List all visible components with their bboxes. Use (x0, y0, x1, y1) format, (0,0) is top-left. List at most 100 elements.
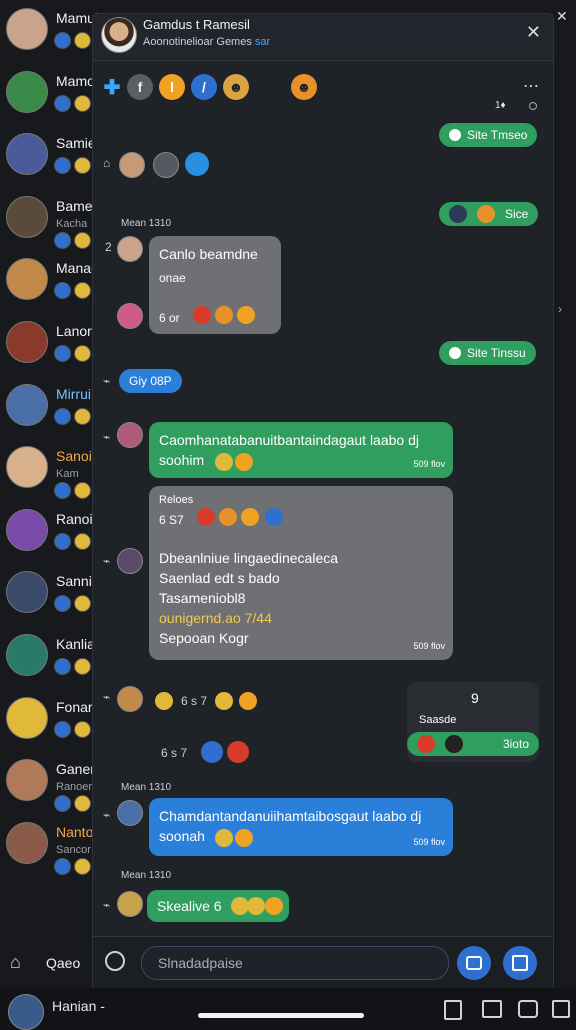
date-separator: Mean 1310 (121, 782, 172, 793)
chat-list-item[interactable]: Manai (0, 256, 95, 318)
gold-emoji-icon (215, 453, 233, 471)
sent-long-message[interactable]: Caomhanatabanuitbantaindagaut laabo dj s… (149, 422, 453, 478)
chat-subtitle: Kam (56, 468, 79, 481)
edit-icon[interactable] (552, 1000, 570, 1018)
card-line: onae (159, 271, 186, 285)
badge-icon (74, 32, 91, 49)
status-badges (54, 658, 91, 675)
footer-avatar[interactable] (8, 994, 44, 1030)
card-head: Reloes (159, 494, 194, 506)
twitter-icon[interactable] (185, 152, 209, 176)
badge-icon (54, 857, 71, 875)
chat-name: Ranoi (56, 510, 93, 527)
blue-reaction-icon[interactable]: / (191, 74, 217, 100)
compose-icon[interactable] (482, 1000, 502, 1018)
blue-long-message[interactable]: Chamdantandanuiihamtaibosgaut laabo dj s… (149, 798, 453, 856)
send-button[interactable] (503, 946, 537, 980)
chat-list-item[interactable]: Lanor (0, 319, 92, 381)
chat-list-item[interactable]: Ranoi (0, 507, 93, 569)
sidebar-bottom-label: Qaeo (46, 955, 81, 971)
chevron-icon[interactable]: › (558, 302, 562, 316)
camera-icon[interactable] (518, 1000, 538, 1018)
chat-list-item[interactable]: Mirrui (0, 382, 92, 444)
chat-list-item[interactable]: Fonar (0, 695, 93, 757)
chat-list-item[interactable]: Ganer Ranoer (0, 757, 95, 819)
home-icon[interactable]: ⌂ (10, 952, 21, 973)
badge-icon (74, 795, 91, 813)
avatar (6, 571, 48, 614)
chat-list-item[interactable]: Mamulizaic (0, 6, 126, 68)
avatar[interactable] (117, 891, 143, 917)
row-mark-icon: ⌁ (103, 898, 111, 912)
avatar (6, 258, 48, 301)
orange-emoji-icon[interactable]: ☻ (291, 74, 317, 100)
status-badges (54, 282, 91, 300)
heart-icon (235, 453, 253, 471)
avatar[interactable] (117, 422, 143, 448)
gold-emoji-icon (155, 692, 173, 710)
badge-icon (74, 157, 91, 175)
side-card-pill[interactable]: 3ioto (407, 732, 539, 756)
badge-icon (74, 532, 91, 550)
sent-message-2-text: Sice (505, 207, 529, 221)
message-time: 509 flov (413, 641, 445, 651)
red-emoji-icon (193, 306, 211, 324)
emoji-icon[interactable] (105, 951, 125, 971)
chat-list-item[interactable]: Samie (0, 131, 96, 193)
chat-list-item[interactable]: Sanni (0, 569, 92, 631)
avatar[interactable] (119, 152, 145, 178)
more-icon[interactable]: ⋯ (523, 76, 539, 96)
avatar (6, 133, 48, 176)
card-line: Tasameniobl8 (159, 590, 246, 606)
document-icon[interactable] (444, 1000, 462, 1020)
orange-emoji-icon (219, 508, 237, 526)
avatar[interactable] (117, 686, 143, 712)
chat-list-item[interactable]: Sanoi Kam (0, 444, 92, 506)
plus-icon[interactable]: ✚ (99, 74, 125, 100)
chat-name: Manai (56, 260, 95, 277)
contact-avatar[interactable] (101, 17, 137, 53)
badge-icon (74, 231, 91, 249)
sent-message-3[interactable]: Site Tinssu (439, 341, 536, 365)
chat-list-item[interactable]: Mamo (0, 69, 95, 131)
badge-icon (74, 282, 91, 300)
alien-emoji-icon[interactable]: ☻ (223, 74, 249, 100)
sent-message-2[interactable]: Sice (439, 202, 539, 226)
avatar (6, 383, 48, 426)
avatar[interactable] (117, 548, 143, 574)
edit-icon (512, 955, 528, 971)
avatar (6, 321, 48, 363)
received-long-card[interactable]: Reloes 6 S7 Dbeanlniue lingaedinecaleca … (149, 486, 453, 660)
sent-message-1[interactable]: Site Tmseo (439, 123, 538, 147)
reaction-count: 6 s 7 (181, 694, 208, 708)
avatar (6, 696, 48, 739)
avatar[interactable] (117, 303, 143, 329)
avatar[interactable] (117, 236, 143, 262)
leaf-icon (449, 129, 461, 141)
blue-pill-message[interactable]: Giy 08P (119, 369, 182, 393)
close-button[interactable]: ✕ (526, 22, 541, 43)
orange-emoji-icon (237, 306, 255, 324)
avatar[interactable] (117, 800, 143, 826)
row-mark-icon: ⌁ (103, 554, 111, 568)
received-message-card[interactable]: Canlo beamdne onae 6 or (149, 236, 281, 334)
chat-list-item[interactable]: Kanlia (0, 632, 95, 694)
f-reaction-icon[interactable]: f (127, 74, 153, 100)
gold-reaction-icon[interactable]: l (159, 74, 185, 100)
chat-name: Kanlia (56, 636, 95, 652)
close-icon[interactable]: ✕ (556, 8, 568, 25)
card-label: Saasde (419, 714, 457, 726)
badge-icon (74, 407, 91, 425)
chat-list-item[interactable]: Nanto Sancor (0, 820, 93, 882)
message-input[interactable] (142, 947, 448, 979)
badge-icon (54, 282, 71, 300)
badge-icon (74, 720, 91, 738)
top-counter: 1♦ (495, 100, 506, 111)
orange-emoji-icon (241, 508, 259, 526)
chat-list-item[interactable]: Bame Kacha (0, 194, 93, 256)
sent-short-message[interactable]: Skealive 6 (147, 890, 289, 922)
subtitle-accent: sar (254, 36, 271, 48)
attach-button[interactable] (457, 946, 491, 980)
badge-icon (54, 720, 71, 738)
avatar[interactable] (153, 152, 179, 178)
